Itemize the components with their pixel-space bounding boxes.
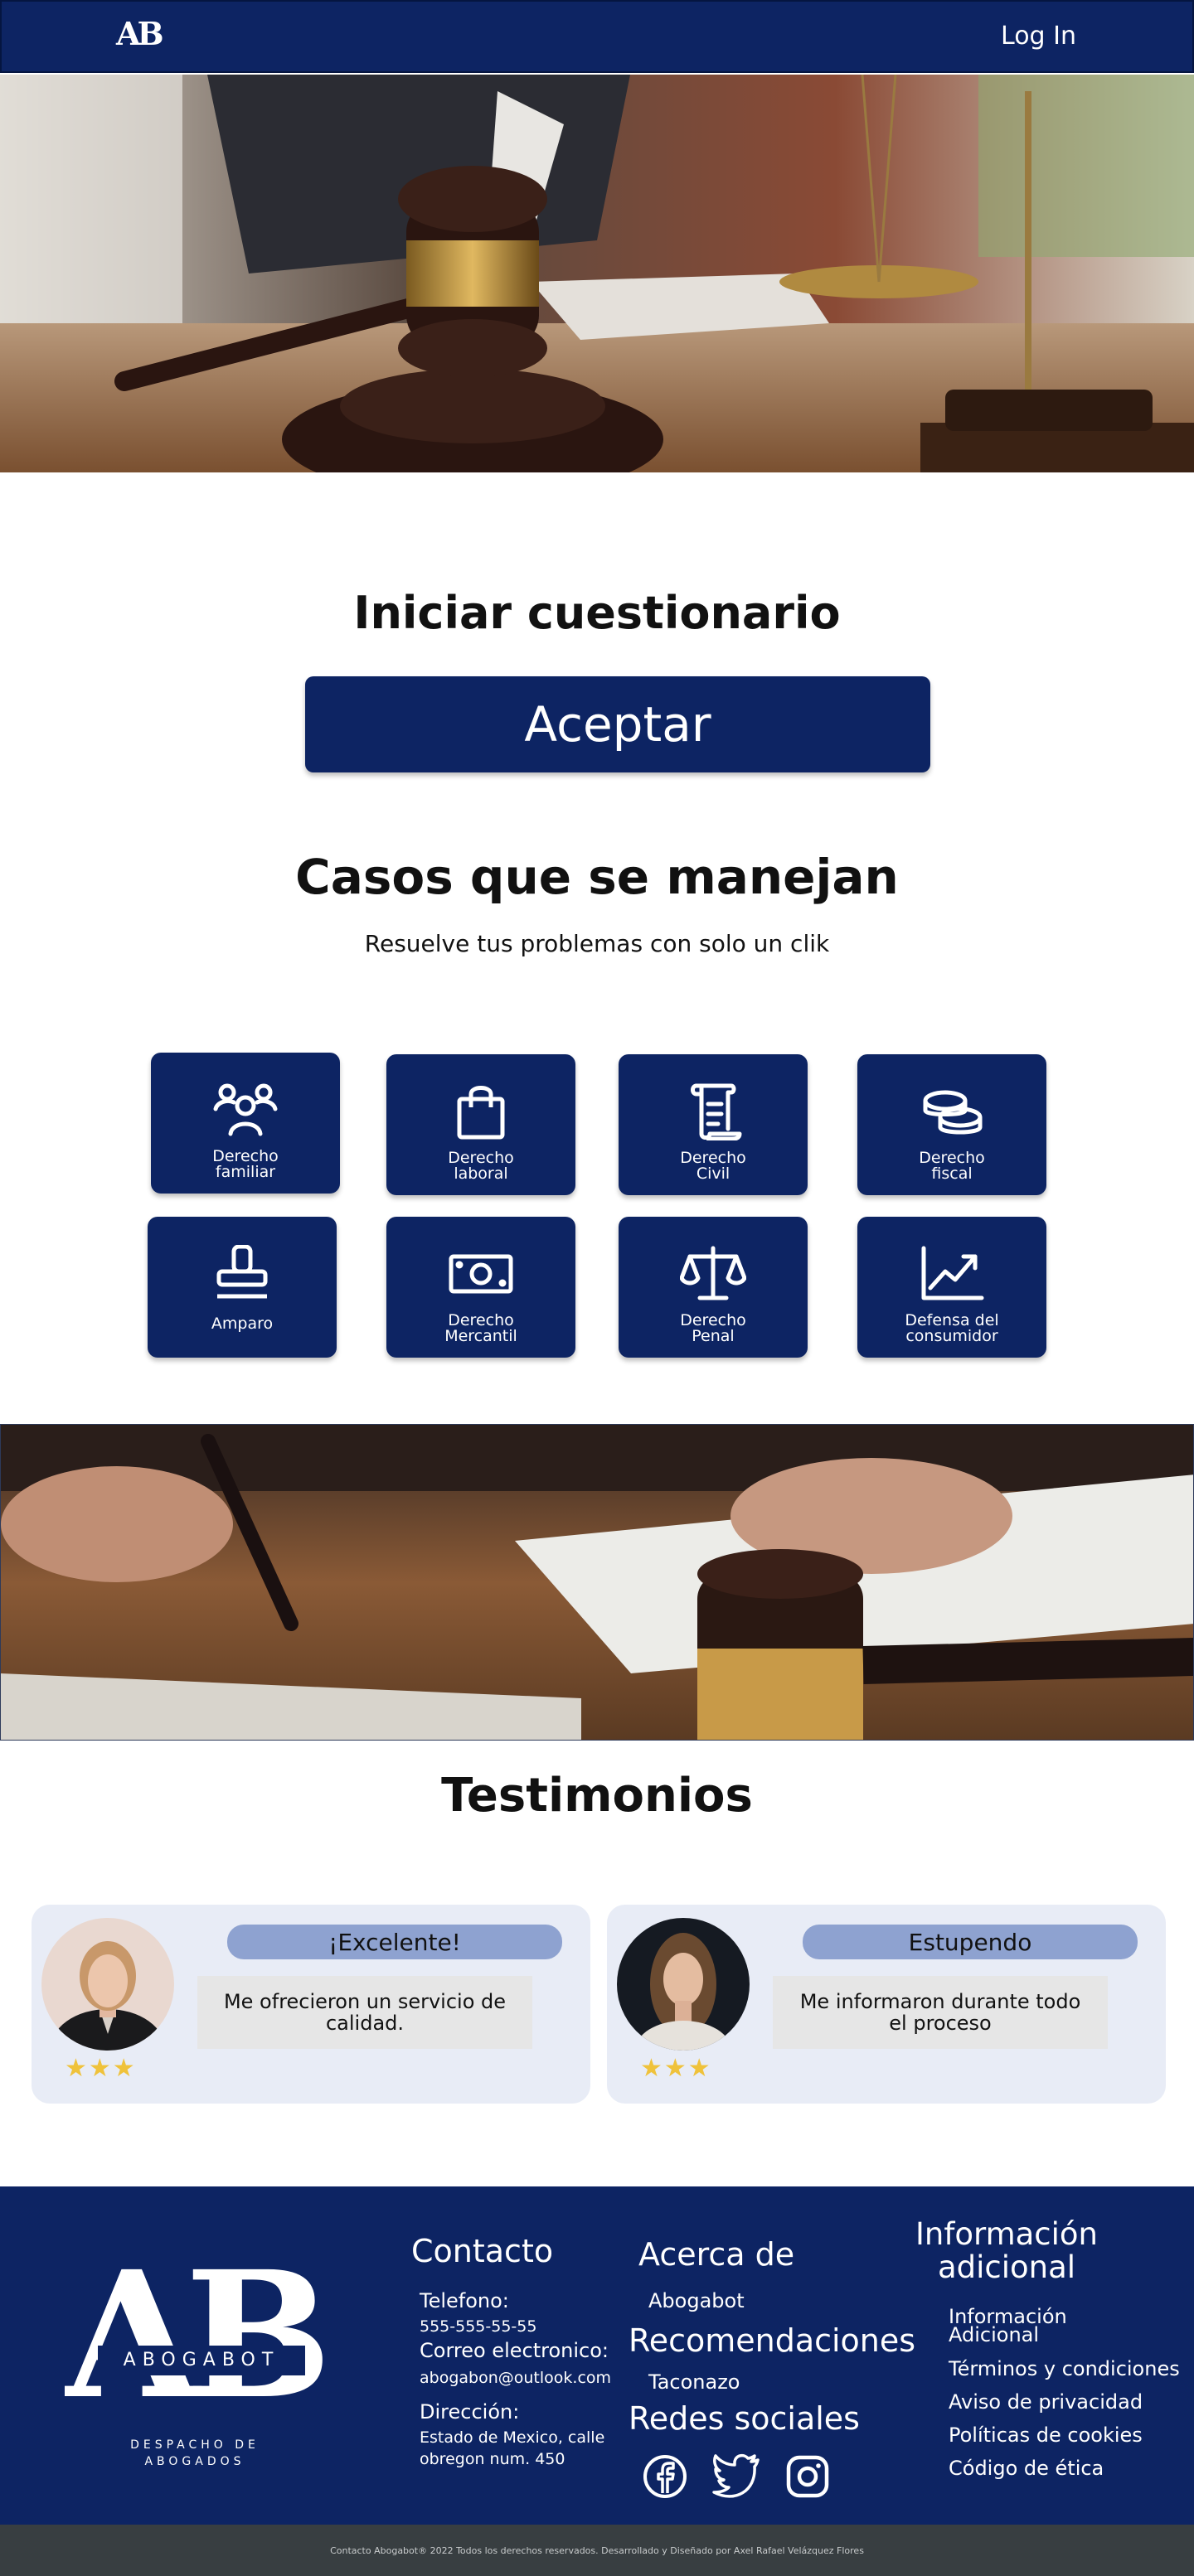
cases-subtitle: Resuelve tus problemas con solo un clik [364, 930, 830, 957]
contact-title: Contacto [411, 2233, 554, 2269]
recommendation-link[interactable]: Taconazo [648, 2370, 740, 2394]
case-label: Derecho familiar [212, 1147, 279, 1181]
case-derecho-laboral[interactable]: Derecho laboral [386, 1054, 575, 1195]
social-title: Redes sociales [629, 2400, 860, 2437]
accept-button[interactable]: Aceptar [305, 676, 930, 772]
scroll-icon [691, 1083, 742, 1140]
case-label: Amparo [211, 1315, 274, 1333]
footer-logo: AB [65, 2253, 328, 2419]
recommendations-title: Recomendaciones [629, 2322, 916, 2359]
footer-tagline-2: ABOGADOS [144, 2455, 245, 2468]
money-bill-icon [449, 1254, 513, 1294]
case-defensa-consumidor[interactable]: Defensa del consumidor [857, 1217, 1046, 1358]
testimonial-badge: Estupendo [803, 1925, 1138, 1959]
rating-stars: ★★★ [640, 2054, 712, 2083]
case-amparo[interactable]: Amparo [148, 1217, 337, 1358]
footer-tagline-1: DESPACHO DE [130, 2438, 260, 2452]
testimonial-quote: Me ofrecieron un servicio de calidad. [197, 1976, 532, 2049]
cases-title: Casos que se manejan [295, 849, 899, 905]
avatar [41, 1918, 174, 2051]
hero-image-signing [0, 1424, 1194, 1741]
avatar [617, 1918, 750, 2051]
terms-link[interactable]: Términos y condiciones [949, 2357, 1180, 2380]
nav-logo[interactable]: AB [116, 15, 164, 52]
address-label: Dirección: [420, 2400, 520, 2423]
testimonials-title: Testimonios [441, 1769, 753, 1823]
phone-label: Telefono: [420, 2289, 509, 2312]
case-derecho-penal[interactable]: Derecho Penal [619, 1217, 808, 1358]
case-label: Derecho laboral [448, 1149, 514, 1183]
info-title: Información adicional [915, 2216, 1098, 2285]
instagram-icon[interactable] [784, 2453, 831, 2500]
email-value[interactable]: abogabon@outlook.com [420, 2369, 611, 2387]
case-label: Defensa del consumidor [905, 1311, 999, 1345]
footer: AB ABOGABOT DESPACHO DE ABOGADOS Contact… [0, 2186, 1194, 2525]
case-derecho-fiscal[interactable]: Derecho fiscal [857, 1054, 1046, 1195]
family-icon [213, 1083, 278, 1136]
facebook-icon[interactable] [642, 2453, 688, 2500]
phone-value[interactable]: 555-555-55-55 [420, 2317, 536, 2336]
quiz-title: Iniciar cuestionario [353, 587, 841, 639]
testimonial-badge: ¡Excelente! [227, 1925, 562, 1959]
case-label: Derecho fiscal [919, 1149, 985, 1183]
coins-icon [923, 1090, 983, 1135]
case-derecho-civil[interactable]: Derecho Civil [619, 1054, 808, 1195]
case-label: Derecho Penal [680, 1311, 746, 1345]
chart-line-icon [921, 1246, 984, 1300]
case-label: Derecho Mercantil [444, 1311, 517, 1345]
cookies-link[interactable]: Políticas de cookies [949, 2423, 1143, 2447]
case-derecho-familiar[interactable]: Derecho familiar [151, 1053, 340, 1194]
shopping-bag-icon [457, 1086, 505, 1140]
copyright-bar: Contacto Abogabot® 2022 Todos los derech… [0, 2525, 1194, 2576]
rating-stars: ★★★ [65, 2054, 137, 2083]
navbar: AB Log In [0, 0, 1194, 73]
about-link[interactable]: Abogabot [648, 2289, 745, 2312]
case-derecho-mercantil[interactable]: Derecho Mercantil [386, 1217, 575, 1358]
info-link-additional[interactable]: Información Adicional [949, 2307, 1067, 2345]
testimonial-card: ★★★ Estupendo Me informaron durante todo… [607, 1905, 1166, 2104]
hero-image-gavel-scales [0, 75, 1194, 472]
email-label: Correo electronico: [420, 2339, 609, 2362]
scales-icon [680, 1246, 746, 1300]
twitter-icon[interactable] [711, 2452, 761, 2498]
about-title: Acerca de [638, 2236, 795, 2273]
address-line-2: obregon num. 450 [420, 2450, 565, 2468]
case-label: Derecho Civil [680, 1149, 746, 1183]
footer-brand: ABOGABOT [98, 2346, 305, 2375]
address-line-1: Estado de Mexico, calle [420, 2428, 605, 2447]
testimonial-quote: Me informaron durante todo el proceso [773, 1976, 1108, 2049]
login-link[interactable]: Log In [1001, 22, 1076, 51]
testimonial-card: ★★★ ¡Excelente! Me ofrecieron un servici… [32, 1905, 590, 2104]
stamp-icon [216, 1245, 268, 1299]
privacy-link[interactable]: Aviso de privacidad [949, 2390, 1143, 2414]
ethics-link[interactable]: Código de ética [949, 2457, 1104, 2480]
